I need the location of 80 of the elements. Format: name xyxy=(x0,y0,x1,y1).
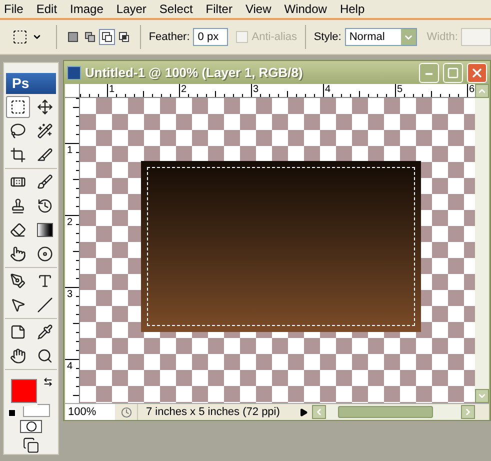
eyedropper-icon xyxy=(36,324,52,340)
document-info: 7 inches x 5 inches (72 ppi) xyxy=(137,404,287,420)
swap-colors-icon[interactable] xyxy=(43,377,53,387)
quick-mask-button[interactable] xyxy=(20,420,42,434)
magic-wand-icon xyxy=(36,123,52,139)
menu-item[interactable]: Layer xyxy=(116,0,146,18)
menu-item[interactable]: Select xyxy=(159,0,193,18)
maximize-icon xyxy=(447,66,459,78)
marquee-icon xyxy=(10,99,26,115)
note-icon xyxy=(10,324,26,340)
app-icon xyxy=(67,66,81,80)
width-label: Width: xyxy=(426,30,458,45)
style-label: Style: xyxy=(314,30,342,45)
scroll-down-button[interactable] xyxy=(475,389,489,403)
close-icon xyxy=(470,66,484,80)
ruler-label: 4 xyxy=(325,84,331,95)
chevron-up-icon xyxy=(477,86,487,96)
ruler-label: 1 xyxy=(67,145,73,156)
marquee-icon xyxy=(12,29,28,45)
menu-item[interactable]: Filter xyxy=(206,0,232,18)
selection-mode-icon xyxy=(118,31,130,43)
foreground-color-swatch[interactable] xyxy=(11,379,37,403)
menu-item[interactable]: Help xyxy=(340,0,365,18)
hand-icon xyxy=(10,348,26,364)
circle-icon xyxy=(26,421,36,432)
ruler-label: 2 xyxy=(181,84,187,95)
eraser-icon xyxy=(10,222,26,238)
scroll-thumb[interactable] xyxy=(338,406,433,418)
width-field[interactable] xyxy=(460,28,491,46)
screen-mode-icon[interactable] xyxy=(21,437,41,454)
type-icon xyxy=(36,273,52,289)
pen-icon xyxy=(10,273,26,289)
ruler-label: 3 xyxy=(67,289,73,300)
menu-item[interactable]: Edit xyxy=(36,0,58,18)
arrow-pointer-icon xyxy=(10,297,26,313)
default-colors-icon[interactable] xyxy=(8,409,16,417)
selection-mode-icon xyxy=(84,31,96,43)
chevron-down-icon xyxy=(477,391,487,401)
toolbox-logo: Ps xyxy=(6,73,56,94)
feather-label: Feather: xyxy=(148,30,190,45)
finger-icon xyxy=(10,246,26,262)
menu-item[interactable]: File xyxy=(4,0,24,18)
gradient-icon xyxy=(36,223,52,237)
ruler-label: 4 xyxy=(67,361,73,372)
zoom-icon xyxy=(36,348,52,364)
document-title: Untitled-1 @ 100% (Layer 1, RGB/8) xyxy=(85,64,304,82)
zoom-level-field[interactable]: 100% xyxy=(65,404,115,420)
ruler-label: 1 xyxy=(109,84,115,95)
line-icon xyxy=(36,297,52,313)
crop-icon xyxy=(10,147,26,163)
feather-field[interactable]: 0 px xyxy=(192,28,228,46)
style-select[interactable]: Normal xyxy=(345,28,417,46)
menu-item[interactable]: Image xyxy=(70,0,104,18)
ruler-label: 6 xyxy=(469,84,475,95)
selection-mode-icon xyxy=(101,31,114,43)
background-color-swatch[interactable] xyxy=(23,404,50,417)
anti-alias-label: Anti-alias xyxy=(252,30,298,45)
scroll-right-button[interactable] xyxy=(461,405,475,419)
clock-icon xyxy=(120,406,132,418)
sponge-icon xyxy=(36,246,52,262)
selection-mode-button[interactable] xyxy=(99,29,116,45)
stamp-icon xyxy=(10,198,26,214)
selection-mode-icon xyxy=(67,31,80,43)
scroll-up-button[interactable] xyxy=(475,84,489,98)
marquee-tool[interactable] xyxy=(6,96,30,118)
chevron-right-icon xyxy=(463,407,473,417)
play-arrow-icon[interactable] xyxy=(299,408,308,416)
close-button[interactable] xyxy=(467,62,487,82)
knife-icon xyxy=(36,147,52,163)
chevron-left-icon xyxy=(314,407,324,417)
menu-item[interactable]: Window xyxy=(284,0,327,18)
ruler-label: 2 xyxy=(67,217,73,228)
caret-icon xyxy=(32,32,42,42)
lasso-icon xyxy=(10,123,26,139)
menu-item[interactable]: View xyxy=(245,0,272,18)
history-brush-icon xyxy=(36,198,52,214)
brush-icon xyxy=(36,174,52,190)
ruler-label: 3 xyxy=(253,84,259,95)
move-icon xyxy=(36,99,52,115)
ruler-label: 5 xyxy=(397,84,403,95)
